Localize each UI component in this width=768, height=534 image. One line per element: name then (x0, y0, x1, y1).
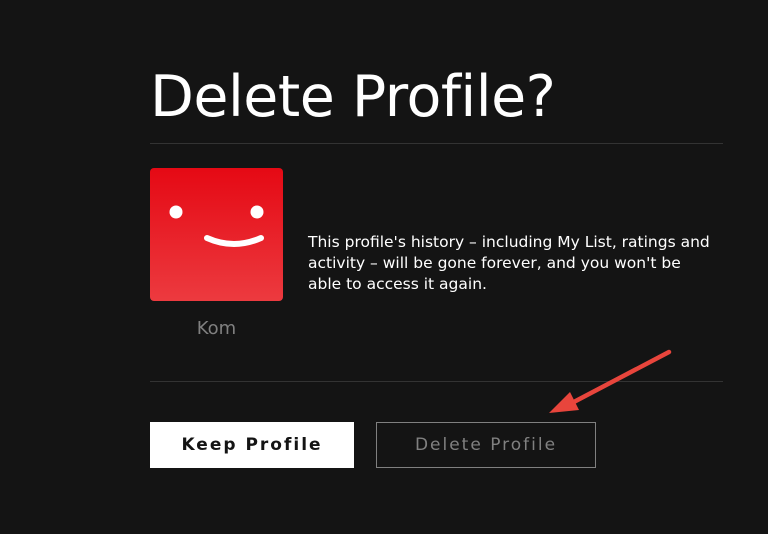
page-title: Delete Profile? (150, 64, 556, 130)
top-divider (150, 143, 723, 144)
smiley-face-icon (169, 205, 264, 247)
profile-avatar (150, 168, 283, 301)
profile-name: Kom (196, 318, 237, 339)
bottom-divider (150, 381, 723, 382)
keep-profile-button[interactable]: Keep Profile (150, 422, 354, 468)
delete-profile-button[interactable]: Delete Profile (376, 422, 596, 468)
delete-warning-text: This profile's history – including My Li… (308, 233, 710, 293)
